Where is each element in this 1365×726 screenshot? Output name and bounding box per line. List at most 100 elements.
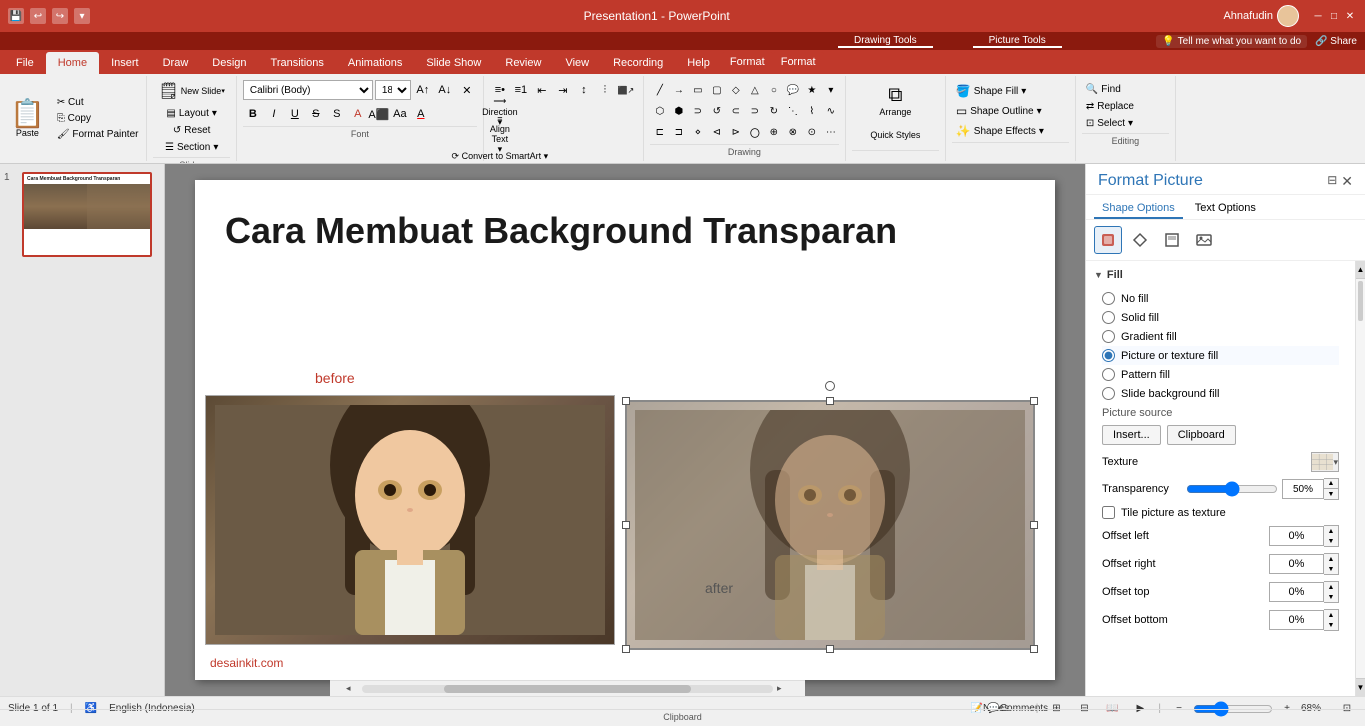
line-spacing-button[interactable]: ↕	[574, 80, 594, 100]
offset-bottom-input[interactable]	[1269, 610, 1324, 630]
tab-recording[interactable]: Recording	[601, 52, 675, 74]
format-painter-button[interactable]: 🖌 Format Painter	[53, 127, 143, 142]
fill-effects-tab-icon[interactable]	[1094, 226, 1122, 254]
gradient-fill-radio[interactable]	[1102, 330, 1115, 343]
size-tab-icon[interactable]	[1158, 226, 1186, 254]
copy-button[interactable]: ⎘ Copy	[53, 111, 143, 126]
redo-icon[interactable]: ↪	[52, 8, 68, 24]
cut-button[interactable]: ✂ Cut	[53, 95, 143, 110]
transparency-down-button[interactable]: ▼	[1324, 489, 1338, 499]
panel-collapse-button[interactable]: ⊟	[1327, 173, 1337, 190]
shape-15[interactable]: ⊲	[707, 122, 727, 142]
canvas-hscrollbar[interactable]: ◂ ▸	[330, 680, 805, 696]
no-fill-radio[interactable]	[1102, 292, 1115, 305]
shape-14[interactable]: ⋄	[688, 122, 708, 142]
slide-canvas[interactable]: Cara Membuat Background Transparan befor…	[195, 180, 1055, 680]
effects-tab-icon[interactable]	[1126, 226, 1154, 254]
font-name-select[interactable]: Calibri (Body)	[243, 80, 373, 100]
increase-font-button[interactable]: A↑	[413, 80, 433, 100]
shape-20[interactable]: ⊙	[802, 122, 822, 142]
shape-rounded-rect[interactable]: ▢	[707, 80, 727, 100]
shape-triangle[interactable]: △	[745, 80, 765, 100]
texture-picker[interactable]: ▾	[1311, 452, 1339, 472]
shape-fill-button[interactable]: 🪣 Shape Fill ▾	[952, 82, 1069, 100]
shape-21[interactable]: ⋯	[821, 122, 841, 142]
decrease-indent-button[interactable]: ⇤	[532, 80, 552, 100]
shape-10[interactable]: ⌇	[802, 101, 822, 121]
tab-draw[interactable]: Draw	[151, 52, 201, 74]
offset-bottom-up[interactable]: ▲	[1324, 610, 1338, 620]
shape-arrow[interactable]: →	[669, 80, 689, 100]
convert-smartart-button[interactable]: ⟳ Convert to SmartArt ▾	[490, 146, 510, 164]
clear-format-button[interactable]: ✕	[457, 80, 477, 100]
picture-texture-fill-radio[interactable]	[1102, 349, 1115, 362]
solid-fill-radio[interactable]	[1102, 311, 1115, 324]
offset-left-up[interactable]: ▲	[1324, 526, 1338, 536]
shape-options-tab[interactable]: Shape Options	[1094, 199, 1183, 219]
shape-more[interactable]: ▾	[821, 80, 841, 100]
rotate-handle[interactable]	[825, 381, 835, 391]
tab-slideshow[interactable]: Slide Show	[414, 52, 493, 74]
hscroll-track[interactable]	[362, 685, 773, 693]
minimize-button[interactable]: ─	[1311, 9, 1325, 23]
shape-13[interactable]: ⊐	[669, 122, 689, 142]
shape-5[interactable]: ↺	[707, 101, 727, 121]
pattern-fill-radio[interactable]	[1102, 368, 1115, 381]
replace-button[interactable]: ⇄ Replace	[1082, 99, 1169, 114]
font-size-select[interactable]: 18	[375, 80, 411, 100]
shape-3[interactable]: ⬢	[669, 101, 689, 121]
offset-right-up[interactable]: ▲	[1324, 554, 1338, 564]
save-icon[interactable]: 💾	[8, 8, 24, 24]
slide-bg-fill-radio[interactable]	[1102, 387, 1115, 400]
shape-12[interactable]: ⊏	[650, 122, 670, 142]
new-slide-button[interactable]: 🗒 New Slide ▾	[153, 78, 229, 104]
arrange-button[interactable]: ⧉ Arrange	[852, 80, 939, 121]
customize-quick-access-icon[interactable]: ▾	[74, 8, 90, 24]
transparency-up-button[interactable]: ▲	[1324, 479, 1338, 489]
shape-19[interactable]: ⊗	[783, 122, 803, 142]
offset-left-down[interactable]: ▼	[1324, 536, 1338, 546]
shape-16[interactable]: ⊳	[726, 122, 746, 142]
increase-indent-button[interactable]: ⇥	[553, 80, 573, 100]
shape-2[interactable]: ⬡	[650, 101, 670, 121]
offset-right-input[interactable]	[1269, 554, 1324, 574]
decrease-font-button[interactable]: A↓	[435, 80, 455, 100]
tab-file[interactable]: File	[4, 52, 46, 74]
underline-button[interactable]: U	[285, 104, 305, 124]
offset-top-down[interactable]: ▼	[1324, 592, 1338, 602]
transparency-slider[interactable]	[1186, 481, 1278, 497]
offset-bottom-down[interactable]: ▼	[1324, 620, 1338, 630]
italic-button[interactable]: I	[264, 104, 284, 124]
scroll-right-button[interactable]: ▸	[777, 683, 789, 694]
tell-me-box[interactable]: 💡 Tell me what you want to do	[1156, 35, 1307, 48]
slide-thumbnail[interactable]: Cara Membuat Background Transparan	[22, 172, 152, 257]
shape-line[interactable]: ╱	[650, 80, 670, 100]
tab-review[interactable]: Review	[493, 52, 553, 74]
shape-17[interactable]: 〇	[745, 122, 765, 142]
select-button[interactable]: ⊡ Select ▾	[1082, 116, 1169, 131]
shape-11[interactable]: ∿	[821, 101, 841, 121]
change-case-button[interactable]: Aa	[390, 104, 410, 124]
highlight-button[interactable]: A⬛	[369, 104, 389, 124]
panel-close-button[interactable]: ✕	[1341, 173, 1353, 190]
offset-top-up[interactable]: ▲	[1324, 582, 1338, 592]
close-button[interactable]: ✕	[1343, 9, 1357, 23]
text-options-tab[interactable]: Text Options	[1187, 199, 1264, 219]
undo-icon[interactable]: ↩	[30, 8, 46, 24]
shape-diamond[interactable]: ◇	[726, 80, 746, 100]
tab-view[interactable]: View	[553, 52, 601, 74]
shape-8[interactable]: ↻	[764, 101, 784, 121]
font-color-button[interactable]: A	[348, 104, 368, 124]
paragraph-dialog-button[interactable]: ⬛↗	[616, 80, 636, 100]
font-color2-button[interactable]: A	[411, 104, 431, 124]
clipboard-button[interactable]: Clipboard	[1167, 425, 1236, 445]
scroll-thumb[interactable]	[1358, 281, 1363, 321]
insert-button[interactable]: Insert...	[1102, 425, 1161, 445]
share-button[interactable]: 🔗 Share	[1315, 36, 1357, 47]
tab-help[interactable]: Help	[675, 52, 722, 74]
find-button[interactable]: 🔍 Find	[1082, 82, 1169, 97]
before-image[interactable]	[205, 395, 615, 645]
tab-insert[interactable]: Insert	[99, 52, 151, 74]
tab-transitions[interactable]: Transitions	[259, 52, 336, 74]
after-image[interactable]	[625, 400, 1035, 650]
